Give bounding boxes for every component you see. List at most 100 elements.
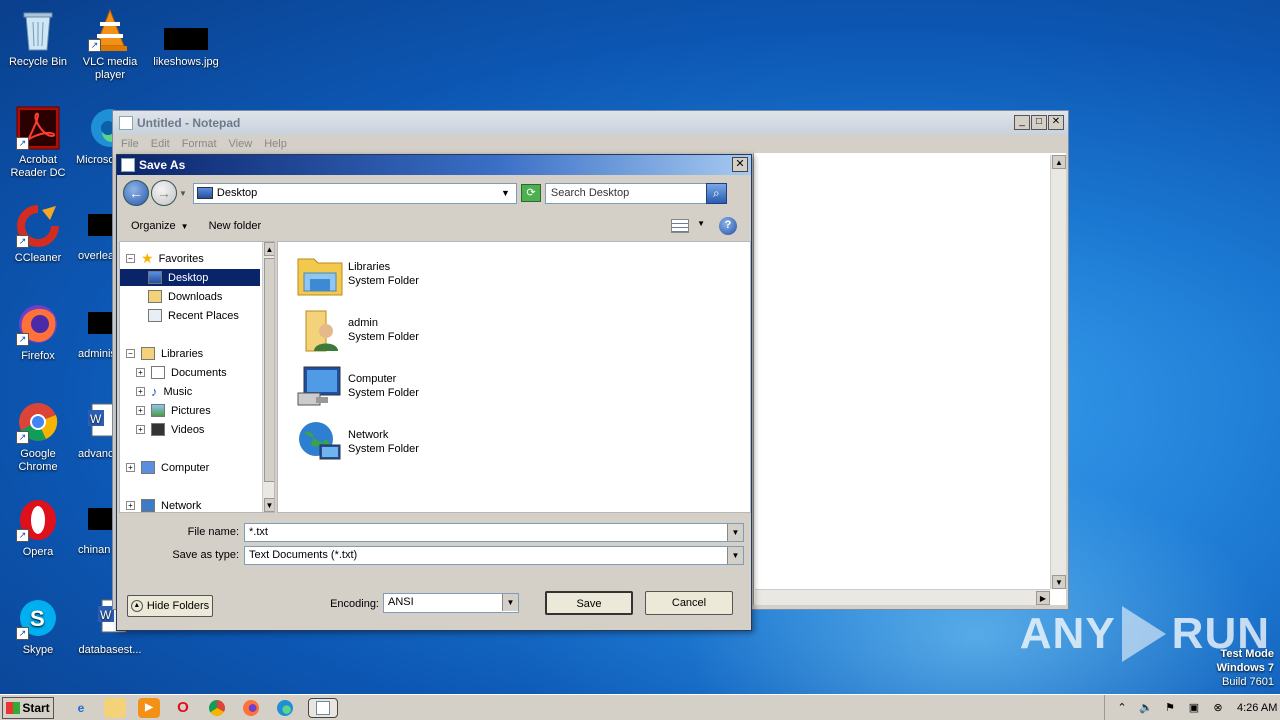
expand-icon[interactable]: + (136, 425, 145, 434)
internet-explorer-icon[interactable]: e (70, 698, 92, 718)
search-input[interactable]: Search Desktop ⌕ (544, 182, 727, 204)
menu-edit[interactable]: Edit (151, 138, 170, 150)
file-name-field[interactable]: *.txt ▼ (244, 523, 744, 542)
opera-icon[interactable]: O (172, 698, 194, 718)
organize-button[interactable]: Organize ▼ (131, 220, 189, 232)
cancel-button[interactable]: Cancel (645, 591, 733, 615)
scroll-up-icon[interactable]: ▲ (1052, 155, 1066, 169)
encoding-label: Encoding: (330, 598, 379, 610)
firefox-icon[interactable] (240, 698, 262, 718)
recent-pages-dropdown-icon[interactable]: ▼ (179, 189, 187, 198)
start-button[interactable]: Start (2, 696, 54, 719)
volume-icon[interactable]: 🔈 (1139, 701, 1153, 715)
desktop-icon-likeshows[interactable]: likeshows.jpg (148, 8, 224, 69)
desktop-icon-firefox[interactable]: ↗ Firefox (0, 302, 76, 363)
power-icon[interactable]: ⊗ (1211, 701, 1225, 715)
scroll-up-icon[interactable]: ▲ (264, 242, 274, 256)
notepad-titlebar[interactable]: Untitled - Notepad (113, 111, 1068, 135)
change-view-icon[interactable] (671, 219, 689, 233)
desktop-icon-adminis[interactable]: adminis (72, 302, 116, 361)
notepad-text-area[interactable] (753, 153, 1066, 605)
help-icon[interactable]: ? (719, 217, 737, 235)
tree-item-videos[interactable]: + Videos (136, 421, 204, 438)
expand-icon[interactable]: + (136, 406, 145, 415)
chevron-down-icon[interactable]: ▼ (727, 524, 743, 541)
maximize-button[interactable]: □ (1031, 115, 1047, 130)
notepad-vertical-scrollbar[interactable]: ▲ ▼ (1050, 155, 1066, 589)
desktop-icon-microsoft-edge[interactable]: Microso (72, 106, 116, 167)
list-item-network[interactable]: Network System Folder (296, 416, 419, 468)
address-dropdown-icon[interactable]: ▼ (501, 188, 510, 198)
media-player-icon[interactable]: ▶ (138, 697, 160, 718)
desktop-folder-icon (148, 271, 162, 284)
dialog-titlebar[interactable]: Save As (117, 155, 751, 175)
scrollbar-thumb[interactable] (264, 258, 274, 482)
tree-item-documents[interactable]: + Documents (136, 364, 227, 381)
menu-format[interactable]: Format (182, 138, 217, 150)
tree-label: Desktop (168, 271, 209, 284)
expand-icon[interactable]: + (136, 368, 145, 377)
search-icon[interactable]: ⌕ (705, 182, 727, 204)
forward-button[interactable]: → (151, 180, 177, 206)
desktop-icon-acrobat[interactable]: ↗ Acrobat Reader DC (0, 106, 76, 180)
view-options-dropdown-icon[interactable]: ▼ (697, 219, 705, 228)
expand-icon[interactable]: + (126, 463, 135, 472)
scroll-down-icon[interactable]: ▼ (1052, 575, 1066, 589)
scroll-down-icon[interactable]: ▼ (264, 498, 274, 512)
desktop-icon-vlc[interactable]: ↗ VLC media player (72, 8, 148, 82)
menu-help[interactable]: Help (264, 138, 287, 150)
desktop-icon-overlea[interactable]: overlea (72, 204, 116, 263)
tree-item-recent-places[interactable]: Recent Places (148, 307, 239, 324)
tree-item-favorites[interactable]: − ★ Favorites (126, 250, 204, 267)
dialog-close-button[interactable]: ✕ (732, 157, 748, 172)
shortcut-arrow-icon: ↗ (88, 39, 101, 52)
chevron-down-icon[interactable]: ▼ (727, 547, 743, 564)
encoding-select[interactable]: ANSI ▼ (383, 593, 519, 613)
back-button[interactable]: ← (123, 180, 149, 206)
tree-item-libraries[interactable]: − Libraries (126, 345, 203, 362)
clock[interactable]: 4:26 AM (1237, 702, 1277, 714)
desktop-icon-advanc[interactable]: W advanc (72, 400, 116, 461)
chevron-down-icon[interactable]: ▼ (502, 594, 518, 611)
minimize-button[interactable]: _ (1014, 115, 1030, 130)
network-status-icon[interactable]: ▣ (1187, 701, 1201, 715)
chrome-icon[interactable] (206, 698, 228, 718)
desktop-icon-opera[interactable]: ↗ Opera (0, 498, 76, 559)
save-button[interactable]: Save (545, 591, 633, 615)
menu-view[interactable]: View (229, 138, 253, 150)
desktop-icon-chrome[interactable]: ↗ Google Chrome (0, 400, 76, 474)
tree-item-desktop[interactable]: Desktop (120, 269, 260, 286)
list-item-admin[interactable]: admin System Folder (296, 304, 419, 356)
menu-file[interactable]: File (121, 138, 139, 150)
taskbar-notepad-button[interactable] (308, 697, 338, 718)
desktop-icon-recycle-bin[interactable]: Recycle Bin (0, 8, 76, 69)
tree-item-downloads[interactable]: Downloads (148, 288, 222, 305)
tree-item-network[interactable]: + Network (126, 497, 201, 512)
close-button[interactable]: ✕ (1048, 115, 1064, 130)
new-folder-button[interactable]: New folder (209, 220, 262, 232)
refresh-button[interactable]: ⟳ (520, 184, 541, 202)
expand-icon[interactable]: + (136, 387, 145, 396)
tree-item-music[interactable]: + ♪ Music (136, 383, 192, 400)
list-item-libraries[interactable]: Libraries System Folder (296, 248, 419, 300)
organize-label: Organize (131, 220, 176, 232)
scroll-right-icon[interactable]: ▶ (1036, 591, 1050, 605)
desktop-icon-chinan[interactable]: chinan (72, 498, 116, 557)
hide-folders-button[interactable]: ▲ Hide Folders (127, 595, 213, 617)
show-hidden-icons-icon[interactable]: ⌃ (1115, 701, 1129, 715)
notepad-horizontal-scrollbar[interactable]: ▶ (755, 589, 1050, 605)
collapse-icon[interactable]: − (126, 254, 135, 263)
expand-icon[interactable]: + (126, 501, 135, 510)
tree-item-pictures[interactable]: + Pictures (136, 402, 211, 419)
desktop-icon-skype[interactable]: S ↗ Skype (0, 596, 76, 657)
desktop-icon-ccleaner[interactable]: ↗ CCleaner (0, 204, 76, 265)
tree-scrollbar[interactable]: ▲ ▼ (262, 242, 274, 512)
explorer-folder-icon[interactable] (104, 697, 126, 718)
address-bar[interactable]: Desktop ▼ (192, 182, 517, 204)
list-item-computer[interactable]: Computer System Folder (296, 360, 419, 412)
tree-item-computer[interactable]: + Computer (126, 459, 209, 476)
collapse-icon[interactable]: − (126, 349, 135, 358)
action-center-flag-icon[interactable]: ⚑ (1163, 701, 1177, 715)
save-as-type-select[interactable]: Text Documents (*.txt) ▼ (244, 546, 744, 565)
edge-icon[interactable] (274, 698, 296, 718)
